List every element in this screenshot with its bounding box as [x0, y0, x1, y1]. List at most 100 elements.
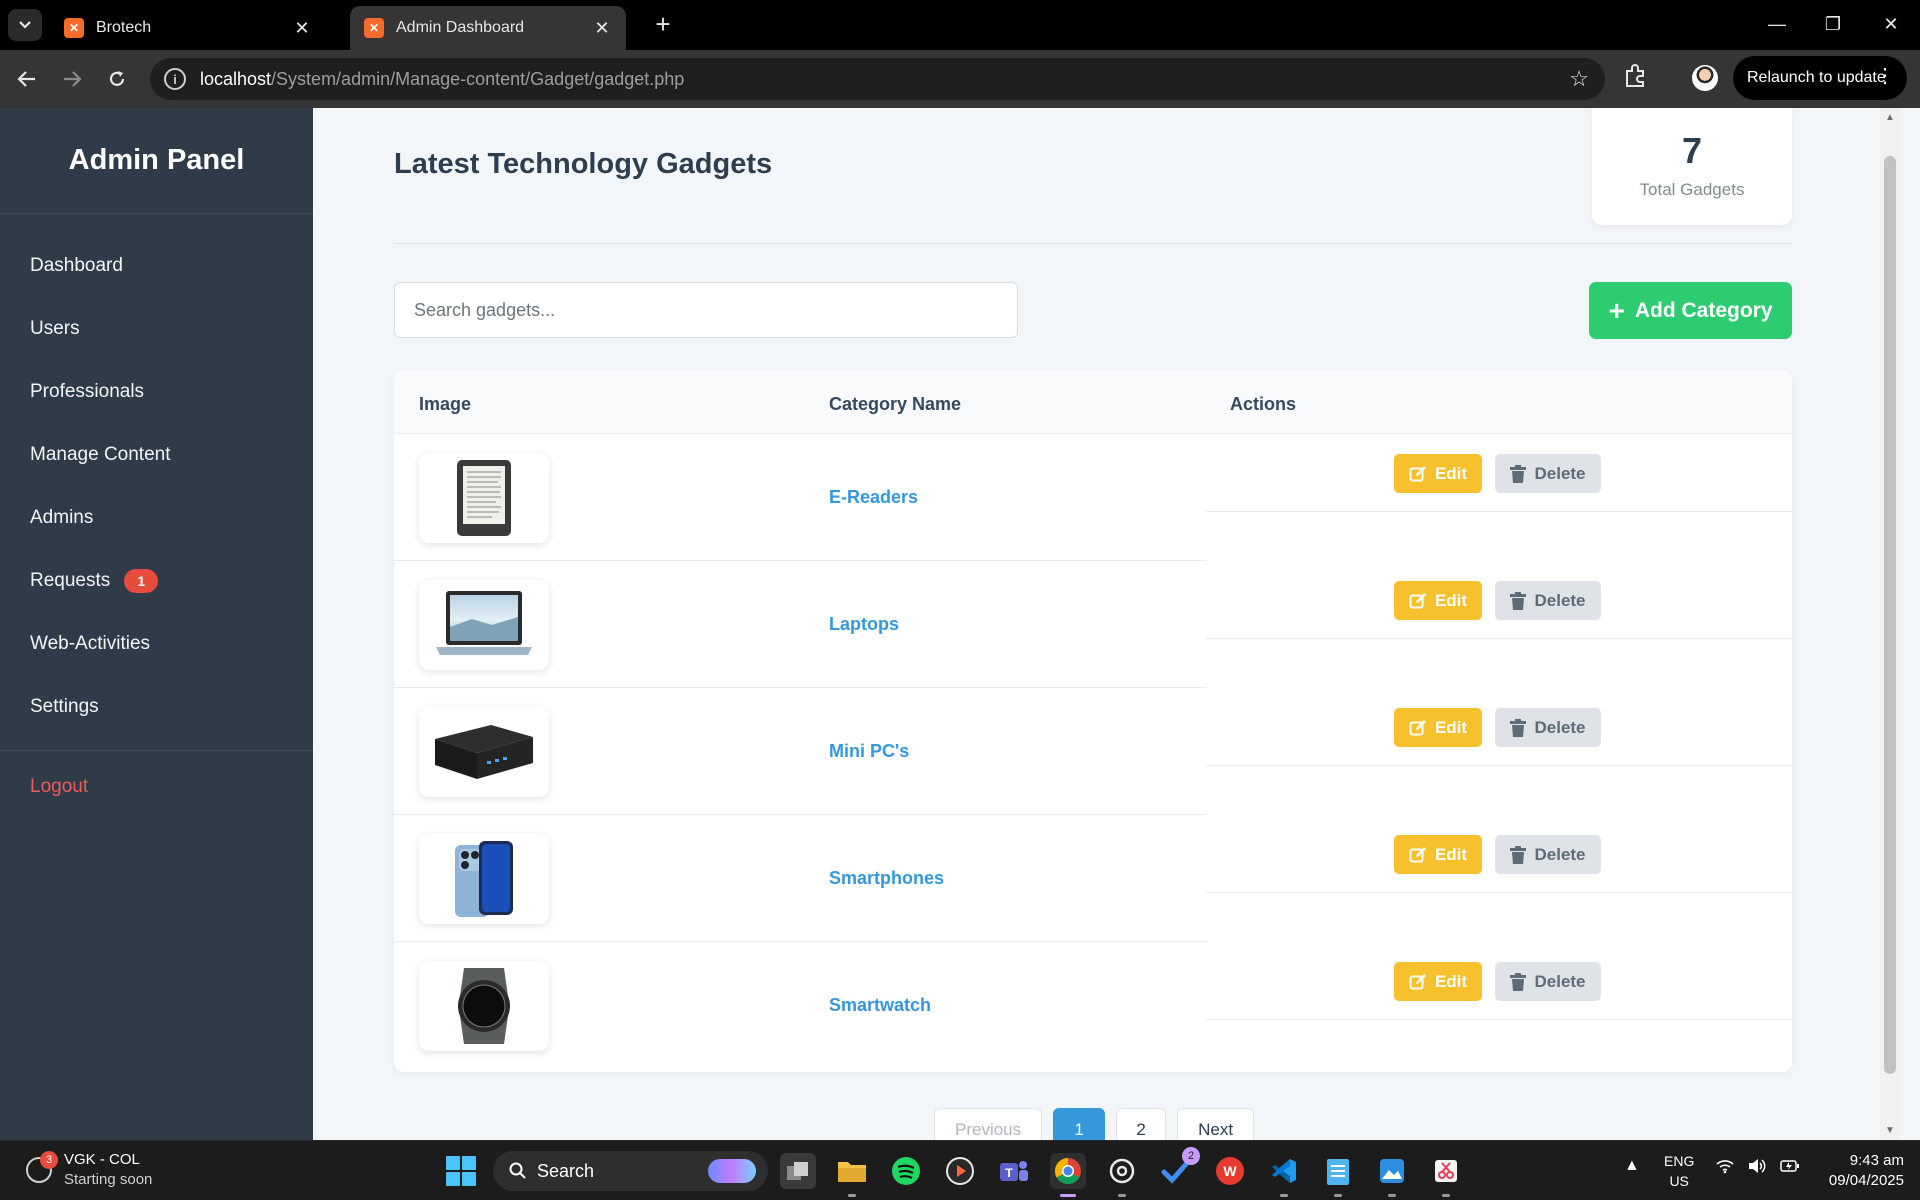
address-bar[interactable]: i localhost/System/admin/Manage-content/…: [150, 58, 1605, 100]
sidebar-item-label: Dashboard: [30, 254, 123, 276]
weather-widget[interactable]: 3 VGK - COL Starting soon: [26, 1150, 152, 1190]
edit-button[interactable]: Edit: [1394, 454, 1482, 493]
restore-icon[interactable]: ❐: [1808, 6, 1858, 42]
wps-office-icon[interactable]: W: [1212, 1153, 1248, 1189]
task-view-icon[interactable]: [780, 1153, 816, 1189]
category-name-link[interactable]: Mini PC's: [829, 741, 909, 762]
scrollbar-thumb[interactable]: [1884, 156, 1896, 1074]
sidebar-item-label: Admins: [30, 506, 94, 528]
back-arrow-icon[interactable]: [10, 62, 44, 96]
edit-button[interactable]: Edit: [1394, 581, 1482, 620]
address-url[interactable]: localhost/System/admin/Manage-content/Ga…: [200, 69, 684, 90]
category-name-link[interactable]: Laptops: [829, 614, 899, 635]
page-button-2[interactable]: 2: [1116, 1108, 1167, 1140]
system-tray[interactable]: [1716, 1158, 1800, 1179]
profile-avatar[interactable]: [1692, 65, 1718, 91]
next-page-button[interactable]: Next: [1177, 1108, 1255, 1140]
photos-icon[interactable]: [1374, 1153, 1410, 1197]
sidebar-item-label: Settings: [30, 695, 99, 717]
media-player-icon[interactable]: [942, 1153, 978, 1189]
row-divider: [1206, 511, 1792, 512]
previous-page-button[interactable]: Previous: [934, 1108, 1043, 1140]
add-category-button[interactable]: + Add Category: [1589, 282, 1792, 339]
total-gadgets-card: 7 Total Gadgets: [1592, 108, 1792, 225]
battery-icon[interactable]: [1780, 1158, 1800, 1179]
tab-search-chevron-icon[interactable]: [8, 9, 42, 41]
page-button-1[interactable]: 1: [1053, 1108, 1106, 1140]
running-indicator: [1442, 1194, 1450, 1197]
main-content: Latest Technology Gadgets 7 Total Gadget…: [313, 108, 1900, 1140]
tab-close-icon[interactable]: ✕: [592, 18, 612, 39]
page-scrollbar[interactable]: ▲ ▼: [1880, 108, 1900, 1140]
bookmark-star-icon[interactable]: ☆: [1569, 66, 1589, 92]
more-menu-icon[interactable]: ⋮: [1875, 66, 1895, 86]
openai-icon[interactable]: [1104, 1153, 1140, 1197]
search-input[interactable]: [394, 282, 1018, 338]
category-name-link[interactable]: E-Readers: [829, 487, 918, 508]
svg-text:W: W: [1223, 1163, 1237, 1179]
language-indicator[interactable]: ENG US: [1664, 1151, 1694, 1191]
tab-title: Brotech: [96, 19, 152, 36]
plus-icon: +: [1608, 294, 1625, 326]
trash-icon: [1510, 464, 1527, 483]
sidebar-item-settings[interactable]: Settings: [0, 675, 313, 738]
file-explorer-icon[interactable]: [834, 1153, 870, 1197]
delete-label: Delete: [1534, 717, 1586, 737]
running-indicator: [1280, 1194, 1288, 1197]
spotify-icon[interactable]: [888, 1153, 924, 1189]
notepad-icon[interactable]: [1320, 1153, 1356, 1197]
active-indicator: [1060, 1194, 1076, 1197]
tab-close-icon[interactable]: ✕: [292, 18, 312, 39]
edit-icon: [1409, 846, 1426, 862]
xampp-favicon-icon: ✕: [64, 18, 84, 38]
teams-icon[interactable]: T: [996, 1153, 1032, 1189]
sidebar-item-web-activities[interactable]: Web-Activities: [0, 612, 313, 675]
delete-button[interactable]: Delete: [1495, 581, 1601, 620]
running-indicator: [1118, 1194, 1126, 1197]
delete-button[interactable]: Delete: [1495, 708, 1601, 747]
delete-button[interactable]: Delete: [1495, 962, 1601, 1001]
new-tab-plus-icon[interactable]: +: [648, 10, 678, 40]
system-clock[interactable]: 9:43 am 09/04/2025: [1814, 1151, 1904, 1191]
running-indicator: [1334, 1194, 1342, 1197]
scroll-down-icon[interactable]: ▼: [1884, 1125, 1896, 1136]
sidebar-divider: [0, 750, 313, 751]
volume-icon[interactable]: [1748, 1158, 1766, 1179]
edit-button[interactable]: Edit: [1394, 708, 1482, 747]
edit-button[interactable]: Edit: [1394, 962, 1482, 1001]
show-hidden-icons-chevron-icon[interactable]: ▲: [1624, 1157, 1640, 1175]
edit-button[interactable]: Edit: [1394, 835, 1482, 874]
mini-pc-image: [419, 707, 549, 797]
taskbar-search[interactable]: Search: [493, 1151, 768, 1191]
extensions-puzzle-icon[interactable]: [1622, 62, 1652, 92]
snipping-tool-icon[interactable]: [1428, 1153, 1464, 1197]
delete-button[interactable]: Delete: [1495, 454, 1601, 493]
sidebar-item-users[interactable]: Users: [0, 297, 313, 360]
sidebar-item-requests[interactable]: Requests 1: [0, 549, 313, 612]
window-close-icon[interactable]: ✕: [1866, 6, 1916, 42]
category-name-link[interactable]: Smartphones: [829, 868, 944, 889]
reload-icon[interactable]: [100, 62, 134, 96]
sidebar-item-admins[interactable]: Admins: [0, 486, 313, 549]
windows-start-icon[interactable]: [446, 1156, 476, 1186]
logout-link[interactable]: Logout: [0, 757, 313, 817]
smartwatch-image: [419, 961, 549, 1051]
chrome-icon[interactable]: [1050, 1153, 1086, 1197]
vscode-icon[interactable]: [1266, 1153, 1302, 1197]
scroll-up-icon[interactable]: ▲: [1884, 112, 1896, 123]
site-info-icon[interactable]: i: [164, 68, 186, 90]
category-name-link[interactable]: Smartwatch: [829, 995, 931, 1016]
wifi-icon[interactable]: [1716, 1158, 1734, 1179]
delete-button[interactable]: Delete: [1495, 835, 1601, 874]
relaunch-to-update-button[interactable]: Relaunch to update ⋮: [1733, 56, 1907, 100]
forward-arrow-icon[interactable]: [55, 62, 89, 96]
browser-tab-admin-dashboard[interactable]: ✕ Admin Dashboard ✕: [350, 6, 626, 50]
browser-tab-brotech[interactable]: ✕ Brotech ✕: [50, 6, 326, 50]
sidebar-item-manage-content[interactable]: Manage Content: [0, 423, 313, 486]
todo-icon[interactable]: 2: [1158, 1147, 1200, 1189]
column-header-image: Image: [419, 394, 472, 414]
sidebar-item-dashboard[interactable]: Dashboard: [0, 234, 313, 297]
delete-label: Delete: [1534, 463, 1586, 483]
sidebar-item-professionals[interactable]: Professionals: [0, 360, 313, 423]
minimize-icon[interactable]: —: [1752, 6, 1802, 42]
